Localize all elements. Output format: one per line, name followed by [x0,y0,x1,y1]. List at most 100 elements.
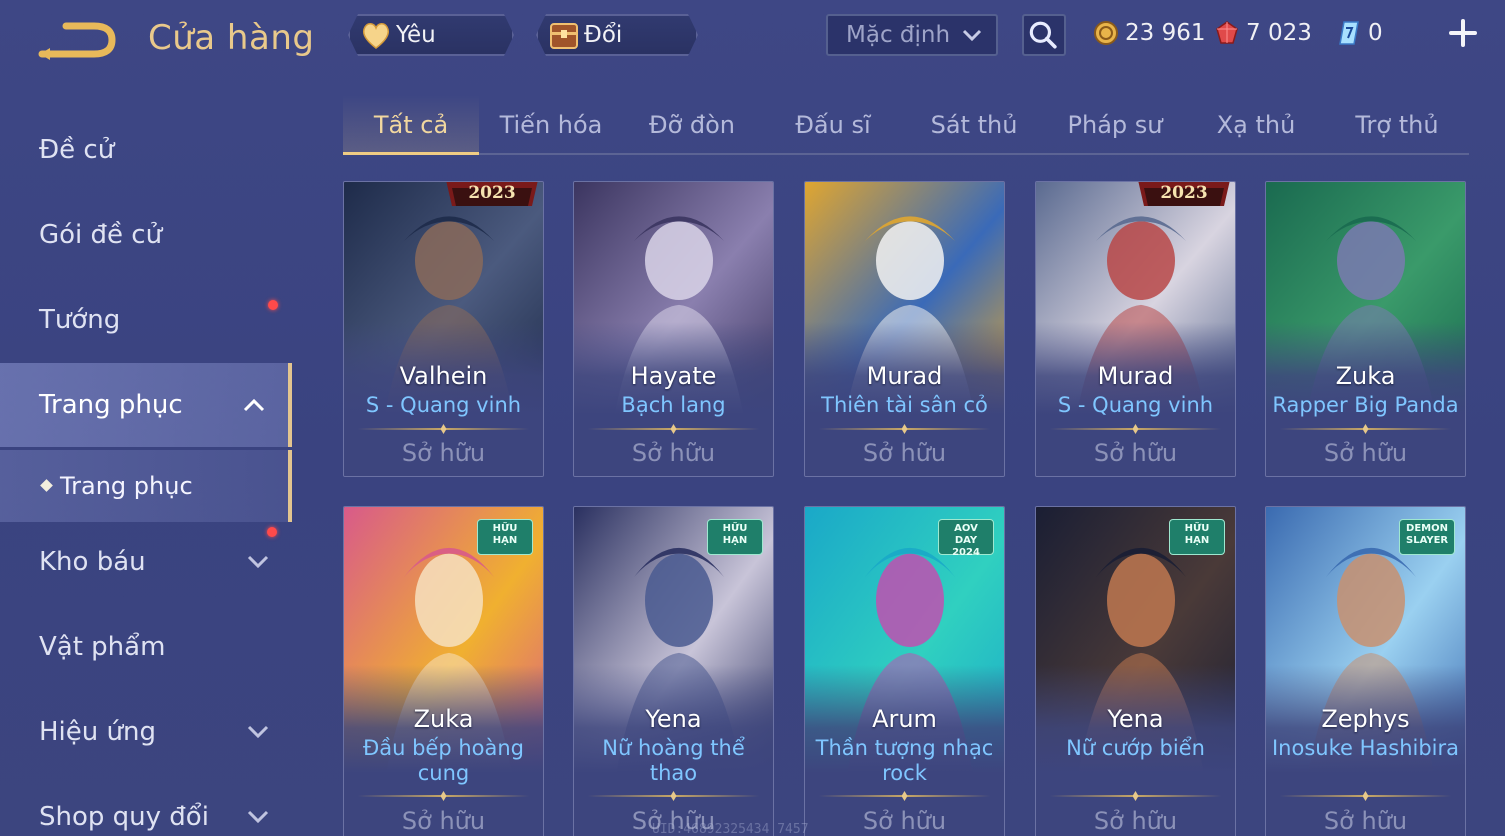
back-arrow-icon[interactable] [36,18,120,62]
uid-watermark: UID:46892325434 7457 [652,822,809,836]
sidebar-item-recommended[interactable]: Đề cử [0,110,292,190]
voucher-amount: 7 023 [1246,20,1312,46]
gold-currency: 23 961 [1093,16,1206,50]
skin-card[interactable]: Murad Thiên tài sân cỏ Sở hữu [804,181,1005,477]
skin-name: Nữ cướp biển [1066,736,1205,760]
sidebar-item-items[interactable]: Vật phẩm [0,607,292,687]
gold-amount: 23 961 [1125,20,1206,46]
year-badge-label: 2023 [1160,183,1208,203]
search-icon [1029,21,1057,49]
owned-status: Sở hữu [1093,807,1178,835]
owned-status: Sở hữu [401,439,486,467]
chevron-down-icon [247,810,269,824]
skin-card[interactable]: AOV DAY 2024 Arum Thần tượng nhạc rock Sở h… [804,506,1005,836]
hero-name: Arum [872,705,937,733]
card-divider [358,428,529,430]
sidebar-item-label: Shop quy đổi [39,802,209,832]
sidebar-item-exchange-shop[interactable]: Shop quy đổi [0,777,292,836]
card-divider [1050,795,1221,797]
hero-name: Yena [645,705,702,733]
sidebar-item-effects[interactable]: Hiệu ứng [0,692,292,772]
skin-name: S - Quang vinh [1057,393,1214,417]
sidebar-item-recommended-packs[interactable]: Gói đề cử [0,195,292,310]
exchange-label: Đổi mảnh [584,22,650,86]
page-title: Cửa hàng [148,18,315,58]
exchange-button[interactable]: Đổi mảnh [536,14,698,56]
skin-name: Thiên tài sân cỏ [821,393,988,417]
skin-card[interactable]: 2023 Murad S - Quang vinh Sở hữu [1035,181,1236,477]
sidebar-subitem-label: Trang phục [60,472,193,500]
skin-card[interactable]: DEMON SLAYER Zephys Inosuke Hashibira Sở hữ… [1265,506,1466,836]
tab-all[interactable]: Tất cả [343,95,479,155]
tab-support[interactable]: Trợ thủ [1329,95,1465,153]
skin-card[interactable]: HỮU HẠN Yena Nữ hoàng thể thao Sở hữu [573,506,774,836]
tab-mage[interactable]: Pháp sư [1047,95,1183,153]
card-divider [819,795,990,797]
crystal-amount: 0 [1368,20,1383,46]
year-badge: 2023 [1134,182,1234,206]
favorites-label: Yêu thích [396,22,454,86]
owned-status: Sở hữu [631,439,716,467]
hero-name: Murad [1097,362,1174,390]
sidebar-item-label: Kho báu [39,547,146,577]
sort-value: Mặc định [846,22,951,48]
hero-name: Valhein [399,362,488,390]
skin-card[interactable]: HỮU HẠN Yena Nữ cướp biển Sở hữu [1035,506,1236,836]
limited-badge: HỮU HẠN [477,519,533,555]
card-divider [588,795,759,797]
card-divider [588,428,759,430]
hero-name: Zephys [1321,705,1410,733]
tab-assassin[interactable]: Sát thủ [906,95,1042,153]
year-badge: 2023 [442,182,542,206]
owned-status: Sở hữu [862,439,947,467]
hero-name: Zuka [1335,362,1396,390]
sidebar-item-label: Đề cử [39,135,115,165]
owned-status: Sở hữu [1323,807,1408,835]
skin-name: Nữ hoàng thể thao [602,736,745,785]
skin-card[interactable]: HỮU HẠN Zuka Đầu bếp hoàng cung Sở hữu [343,506,544,836]
sidebar-subitem-skins[interactable]: Trang phục [0,450,292,522]
card-divider [819,428,990,430]
top-bar: Cửa hàng Yêu thích Đổi mảnh Mặc định 23 … [0,0,1505,80]
year-badge-label: 2023 [468,183,516,203]
sidebar-item-treasure[interactable]: Kho báu [0,522,292,602]
card-divider [1280,795,1451,797]
owned-status: Sở hữu [1093,439,1178,467]
sidebar-item-label: Hiệu ứng [39,717,156,747]
sidebar-item-label: Vật phẩm [39,632,166,662]
skin-name: Đầu bếp hoàng cung [362,736,525,785]
skin-name: S - Quang vinh [365,393,522,417]
skin-name: Inosuke Hashibira [1271,736,1460,760]
favorites-button[interactable]: Yêu thích [348,14,514,56]
tab-tank[interactable]: Đỡ đòn [624,95,760,153]
hero-name: Hayate [630,362,717,390]
skin-card[interactable]: Hayate Bạch lang Sở hữu [573,181,774,477]
skin-name: Rapper Big Panda [1272,393,1459,417]
skin-name: Thần tượng nhạc rock [815,736,994,785]
skin-card[interactable]: Zuka Rapper Big Panda Sở hữu [1265,181,1466,477]
crystal-currency: 0 [1336,16,1396,50]
search-button[interactable] [1022,14,1066,56]
red-gem-icon [1216,21,1238,44]
sidebar-item-skins[interactable]: Trang phục [0,363,292,447]
chevron-down-icon [247,555,269,569]
sidebar-item-label: Gói đề cử [39,220,163,250]
hero-name: Yena [1107,705,1164,733]
bullet-diamond-icon [40,479,53,492]
tab-evolution[interactable]: Tiến hóa [483,95,619,153]
plus-icon[interactable] [1446,16,1480,50]
sort-dropdown[interactable]: Mặc định [826,14,998,56]
limited-badge: HỮU HẠN [1169,519,1225,555]
sidebar-item-label: Tướng [39,305,121,335]
tab-marksman[interactable]: Xạ thủ [1188,95,1324,153]
sidebar-item-heroes[interactable]: Tướng [0,280,292,360]
heart-icon [360,20,392,50]
voucher-currency: 7 023 [1214,16,1314,50]
card-divider [1280,428,1451,430]
crystal-icon [1339,21,1359,45]
owned-status: Sở hữu [401,807,486,835]
notification-dot [267,527,277,537]
chevron-down-icon [962,29,982,42]
tab-fighter[interactable]: Đấu sĩ [765,95,901,153]
skin-card[interactable]: 2023 Valhein S - Quang vinh Sở hữu [343,181,544,477]
